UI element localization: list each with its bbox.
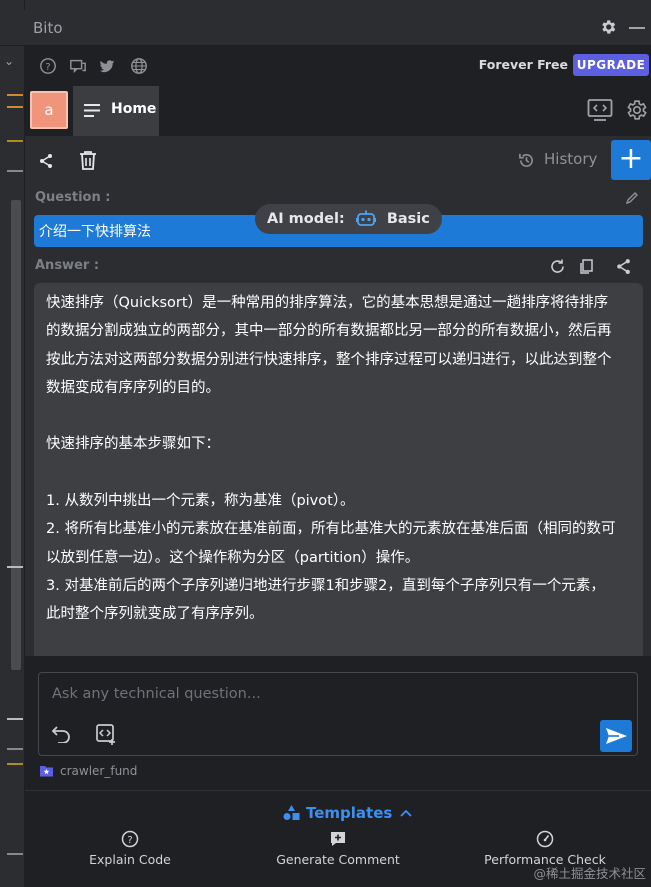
tab-bar: a Home [25,86,651,136]
gutter-marker [7,106,23,108]
input-area: Ask any technical question... crawler_fu… [25,656,651,887]
svg-text:?: ? [127,835,132,846]
templates-toggle[interactable]: Templates [283,804,412,822]
gutter-marker [7,718,23,720]
chevron-down-icon[interactable]: ⌄ [4,54,14,68]
answer-line: 3. 对基准前后的两个子序列递归地进行步骤1和步骤2，直到每个子序列只有一个元素… [46,577,605,594]
help-icon[interactable]: ? [39,57,57,75]
chat-toolbar: History + [25,136,651,186]
chat-icon[interactable] [69,57,87,75]
divider [25,790,651,791]
share-answer-icon[interactable] [615,258,632,275]
gutter-marker [7,94,23,96]
ai-model-badge: AI model: Basic [255,204,442,234]
question-input-placeholder: Ask any technical question... [52,686,261,702]
shapes-icon [283,805,300,820]
gutter-marker [7,748,23,750]
gutter-marker [7,170,23,172]
comment-plus-icon [331,832,345,846]
folder-star-icon [40,766,53,777]
bito-panel: ? Forever Free UPGRADE a Home History + … [25,46,651,887]
answer-line: 1. 从数列中挑出一个元素，称为基准（pivot）。 [46,493,355,510]
history-button[interactable]: History [544,150,597,168]
answer-label: Answer : [35,258,100,273]
chat-content: Question : 介绍一下快排算法 AI model: Basic Answ… [25,186,651,656]
regenerate-icon[interactable] [549,258,566,275]
window-titlebar: Bito [0,10,651,46]
send-icon [606,728,627,744]
question-circle-icon: ? [121,830,139,848]
gutter-marker [7,566,23,568]
gutter-marker [7,763,23,765]
gutter-marker [7,853,23,855]
generate-comment-button[interactable]: Generate Comment [273,830,403,867]
copy-icon[interactable] [578,258,595,275]
insert-code-icon[interactable] [95,723,117,745]
upgrade-button[interactable]: UPGRADE [573,54,649,76]
plan-label: Forever Free [478,57,568,72]
tab-home-label: Home [111,101,157,117]
answer-text: 快速排序（Quicksort）是一种常用的排序算法，它的基本思想是通过一趟排序将… [34,283,643,656]
gutter-marker [7,140,23,142]
ai-model-value: Basic [386,211,430,227]
svg-text:?: ? [45,62,50,73]
gear-icon[interactable] [599,18,617,36]
minimize-icon[interactable] [629,27,645,29]
generate-comment-label: Generate Comment [276,852,400,867]
answer-line [46,402,631,430]
templates-label: Templates [306,804,393,822]
chevron-up-icon [400,809,412,817]
answer-line: 此时整个序列就变成了有序序列。 [46,606,264,623]
menu-icon [84,104,100,117]
code-window-icon[interactable] [587,98,613,122]
send-button[interactable] [600,720,632,752]
tab-home[interactable]: Home [73,86,159,136]
twitter-icon[interactable] [98,57,116,75]
settings-icon[interactable] [624,98,648,122]
top-bar: ? Forever Free UPGRADE [25,46,651,86]
answer-line: 按此方法对这两部分数据分别进行快速排序，整个排序过程可以递归进行，以此达到整个 [46,351,612,368]
watermark: @稀土掘金技术社区 [533,866,646,881]
edit-icon[interactable] [625,191,639,205]
window-title: Bito [33,19,63,37]
answer-line: 的数据分割成独立的两部分，其中一部分的所有数据都比另一部分的所有数据小，然后再 [46,323,612,340]
gutter-scrollbar[interactable] [11,200,21,670]
answer-line: 以放到任意一边）。这个操作称为分区（partition）操作。 [46,549,420,566]
globe-icon[interactable] [130,57,148,75]
robot-icon [355,210,376,226]
performance-check-button[interactable]: Performance Check [480,830,610,867]
project-name: crawler_fund [60,764,138,778]
explain-code-label: Explain Code [89,852,171,867]
project-label: crawler_fund [39,764,137,778]
undo-icon[interactable] [51,725,71,743]
answer-line: 2. 将所有比基准小的元素放在基准前面，所有比基准大的元素放在基准后面（相同的数… [46,521,616,538]
ide-gutter: ··· ⌄ [0,0,25,887]
share-icon[interactable] [38,153,54,169]
trash-icon[interactable] [79,150,97,170]
explain-code-button[interactable]: ? Explain Code [80,830,180,867]
new-chat-button[interactable]: + [611,140,651,180]
answer-line [46,459,631,487]
ai-model-label: AI model: [267,211,345,227]
question-label: Question : [35,190,111,205]
gauge-icon [536,830,554,848]
question-input[interactable]: Ask any technical question... [38,672,638,756]
answer-line: 快速排序（Quicksort）是一种常用的排序算法，它的基本思想是通过一趟排序将… [46,295,609,311]
avatar[interactable]: a [30,91,68,129]
answer-line: 数据变成有序序列的目的。 [46,379,220,396]
answer-line: 快速排序的基本步骤如下： [46,436,220,453]
history-icon[interactable] [518,152,535,169]
